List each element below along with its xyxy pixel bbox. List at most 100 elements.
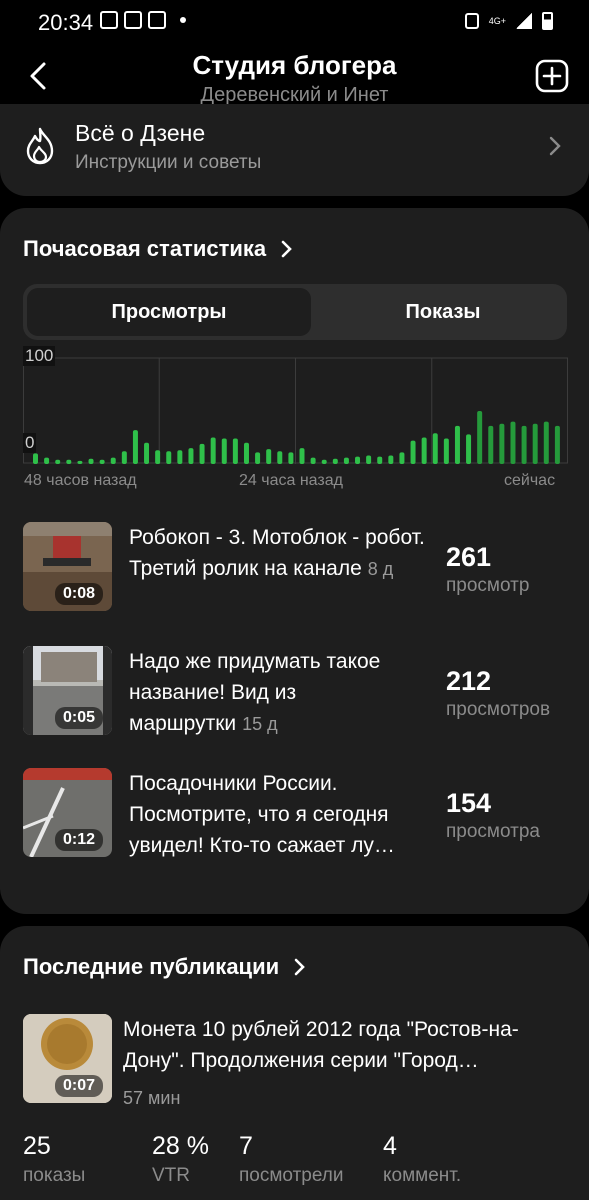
publication-thumbnail[interactable]: 0:07 xyxy=(23,1014,112,1103)
video-title-text: Посадочники России. Посмотрите, что я се… xyxy=(129,772,395,857)
chart-bar xyxy=(377,456,383,464)
chart-bar xyxy=(177,450,183,464)
recent-publications-header[interactable]: Последние публикации xyxy=(23,954,307,980)
recent-publications-title: Последние публикации xyxy=(23,954,280,979)
video-thumbnail: 0:08 xyxy=(23,522,112,611)
chart-bar xyxy=(521,425,527,464)
hourly-stats-header[interactable]: Почасовая статистика xyxy=(23,236,294,262)
more-notifications-icon xyxy=(180,17,186,23)
top-video-item[interactable]: 0:12 Посадочники России. Посмотрите, что… xyxy=(23,768,567,860)
chart-bar xyxy=(510,421,516,464)
chart-bar xyxy=(232,438,238,464)
metric-label: VTR xyxy=(152,1165,190,1186)
zen-guide-title: Всё о Дзене xyxy=(75,120,206,146)
network-type: 4G+ xyxy=(488,15,506,26)
top-video-item[interactable]: 0:05 Надо же придумать такое название! В… xyxy=(23,646,567,738)
chart-bar xyxy=(543,421,549,464)
y-tick-zero: 0 xyxy=(23,433,37,453)
chart-bar xyxy=(55,459,61,464)
status-bar: 20:34 4G+ xyxy=(0,0,589,44)
metric-value: 7 xyxy=(239,1132,253,1160)
metric-value: 4 xyxy=(383,1132,397,1160)
chart-bar xyxy=(388,455,394,464)
x-label-48h: 48 часов назад xyxy=(24,472,137,489)
notification-icons xyxy=(100,11,186,29)
video-age: 8 д xyxy=(367,559,394,579)
lock-icon xyxy=(464,13,479,29)
add-publication-icon[interactable] xyxy=(534,58,570,94)
hourly-stats-card: Почасовая статистика Просмотры Показы 10… xyxy=(0,208,589,914)
chart-bar xyxy=(77,460,83,464)
metric-label: коммент. xyxy=(383,1165,462,1186)
video-duration: 0:12 xyxy=(55,829,104,851)
chevron-right-icon xyxy=(549,136,561,156)
chart-bar xyxy=(310,457,316,464)
tab-views[interactable]: Просмотры xyxy=(27,288,311,336)
chart-bar xyxy=(410,440,416,464)
chart-bar xyxy=(243,442,249,464)
metric-viewers: 7 посмотрели xyxy=(239,1132,343,1187)
fire-icon xyxy=(26,127,54,165)
chart-bar xyxy=(355,456,361,464)
chart-bar xyxy=(144,442,150,464)
top-video-item[interactable]: 0:08 Робокоп - 3. Мотоблок - робот. Трет… xyxy=(23,522,567,614)
message-icon xyxy=(148,11,166,29)
chart-bar xyxy=(99,459,105,464)
status-time: 20:34 xyxy=(38,10,94,35)
metric-impressions: 25 показы xyxy=(23,1132,85,1187)
video-duration: 0:05 xyxy=(55,707,104,729)
chart-bar xyxy=(255,452,261,464)
system-icons: 4G+ xyxy=(464,12,553,30)
publication-title[interactable]: Монета 10 рублей 2012 года "Ростов-на-До… xyxy=(123,1014,563,1076)
app-icon xyxy=(124,11,142,29)
chart-bar xyxy=(399,452,405,464)
chart-plot xyxy=(23,357,568,464)
recent-publications-card: Последние публикации 0:07 Монета 10 рубл… xyxy=(0,926,589,1200)
gallery-icon xyxy=(100,11,118,29)
metric-comments: 4 коммент. xyxy=(383,1132,461,1187)
battery-icon xyxy=(542,12,553,30)
chart-bar xyxy=(199,443,205,464)
chart-bar xyxy=(121,451,127,464)
hourly-stats-title: Почасовая статистика xyxy=(23,236,267,261)
chart-bar xyxy=(532,423,538,464)
publication-duration: 0:07 xyxy=(55,1075,104,1097)
chart-bar xyxy=(366,455,372,464)
video-view-count: 261 xyxy=(446,542,492,572)
video-title: Робокоп - 3. Мотоблок - робот. Третий ро… xyxy=(129,522,425,585)
video-view-count: 154 xyxy=(446,788,492,818)
video-view-unit: просмотров xyxy=(446,699,551,720)
page-title: Студия блогера xyxy=(192,50,397,80)
metric-toggle: Просмотры Показы xyxy=(23,284,567,340)
chart-bar xyxy=(44,457,50,464)
chart-bar xyxy=(554,425,560,464)
x-label-24h: 24 часа назад xyxy=(239,472,343,489)
zen-guide-subtitle: Инструкции и советы xyxy=(75,152,262,173)
zen-guide-card[interactable]: Всё о Дзене Инструкции и советы xyxy=(0,104,589,196)
chart-bar xyxy=(432,433,438,464)
chart-bar xyxy=(421,437,427,464)
chart-bar xyxy=(443,438,449,464)
chart-bar xyxy=(488,425,494,464)
video-age: 15 д xyxy=(242,714,278,734)
chart-bar xyxy=(110,457,116,464)
metric-value: 25 xyxy=(23,1132,51,1160)
tab-impressions[interactable]: Показы xyxy=(323,288,563,336)
chart-bar xyxy=(221,438,227,464)
x-label-now: сейчас xyxy=(504,472,556,489)
metric-label: посмотрели xyxy=(239,1165,344,1186)
video-view-unit: просмотр xyxy=(446,575,530,596)
hourly-views-chart: 100 0 xyxy=(23,346,568,491)
chart-bar xyxy=(466,434,472,464)
chevron-right-icon xyxy=(281,240,292,258)
chart-bar xyxy=(166,451,172,464)
chart-bar xyxy=(33,453,38,464)
chart-bar xyxy=(299,448,305,464)
chart-bar xyxy=(343,457,349,464)
video-view-count: 212 xyxy=(446,666,492,696)
video-view-unit: просмотра xyxy=(446,821,540,842)
chart-bar xyxy=(66,459,72,464)
chart-bar xyxy=(332,458,338,464)
chart-bar xyxy=(477,411,483,464)
chart-bar xyxy=(210,437,216,464)
